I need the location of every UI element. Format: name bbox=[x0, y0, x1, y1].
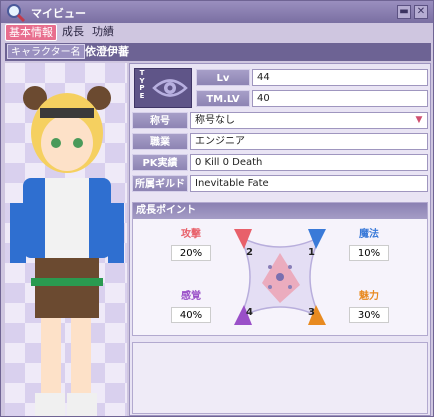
charm-slot-icon[interactable]: 3 bbox=[308, 305, 326, 325]
sense-value: 40% bbox=[171, 307, 211, 323]
charm-label: 魅力 bbox=[359, 291, 379, 302]
tab-basic-info[interactable]: 基本情報 bbox=[5, 24, 57, 41]
svg-text:2: 2 bbox=[246, 247, 253, 258]
eye-icon bbox=[152, 79, 188, 97]
level-label: Lv bbox=[196, 69, 250, 86]
tm-level-row: TM.LV 40 bbox=[196, 90, 428, 107]
type-badge: T Y P E bbox=[134, 68, 192, 108]
pk-value: 0 Kill 0 Death bbox=[190, 154, 428, 171]
title-select[interactable]: 称号なし ▼ bbox=[190, 112, 428, 129]
guild-label: 所属ギルド bbox=[132, 175, 188, 192]
info-panel: T Y P E Lv 44 TM.LV 40 称号 称号なし ▼ 職業 エンジニ… bbox=[129, 63, 431, 416]
title-select-value: 称号なし bbox=[195, 115, 235, 126]
magic-label: 魔法 bbox=[359, 229, 379, 240]
pk-label: PK実績 bbox=[132, 154, 188, 171]
tab-achievements[interactable]: 功績 bbox=[89, 24, 117, 41]
magic-value: 10% bbox=[349, 245, 389, 261]
tab-growth[interactable]: 成長 bbox=[59, 24, 87, 41]
attack-value: 20% bbox=[171, 245, 211, 261]
character-name: 依澄伊蕃 bbox=[85, 45, 129, 58]
chevron-down-icon[interactable]: ▼ bbox=[413, 115, 425, 126]
title-bar[interactable]: マイビュー ▬ ✕ bbox=[1, 1, 433, 23]
myview-window: マイビュー ▬ ✕ 基本情報 成長 功績 キャラクター名 依澄伊蕃 T Y P … bbox=[0, 0, 434, 417]
level-value: 44 bbox=[252, 69, 428, 86]
tm-level-label: TM.LV bbox=[196, 90, 250, 107]
attack-label: 攻撃 bbox=[181, 229, 201, 240]
svg-text:4: 4 bbox=[246, 307, 253, 318]
svg-text:3: 3 bbox=[308, 307, 315, 318]
charm-value: 30% bbox=[349, 307, 389, 323]
description-box bbox=[132, 342, 428, 414]
character-portrait bbox=[5, 63, 127, 416]
window-title: マイビュー bbox=[31, 7, 86, 20]
pk-row: PK実績 0 Kill 0 Death bbox=[132, 154, 428, 171]
sense-slot-icon[interactable]: 4 bbox=[234, 305, 253, 325]
growth-points-panel: 成長ポイント 攻撃 20% 魔法 10% 感覚 40% 魅力 30% 2 1 4… bbox=[132, 202, 428, 336]
guild-value: Inevitable Fate bbox=[190, 175, 428, 192]
title-row: 称号 称号なし ▼ bbox=[132, 112, 428, 129]
growth-points-header: 成長ポイント bbox=[133, 203, 427, 219]
magnifier-icon bbox=[7, 4, 26, 23]
growth-diagram: 2 1 4 3 bbox=[234, 229, 326, 325]
type-letters: T Y P E bbox=[139, 69, 145, 100]
job-row: 職業 エンジニア bbox=[132, 133, 428, 150]
character-name-bar: キャラクター名 依澄伊蕃 bbox=[5, 43, 431, 61]
minimize-button[interactable]: ▬ bbox=[397, 5, 411, 19]
tm-level-value: 40 bbox=[252, 90, 428, 107]
level-row: Lv 44 bbox=[196, 69, 428, 86]
job-value: エンジニア bbox=[190, 133, 428, 150]
close-button[interactable]: ✕ bbox=[414, 5, 428, 19]
character-illustration bbox=[10, 86, 124, 416]
title-label: 称号 bbox=[132, 112, 188, 129]
character-name-label: キャラクター名 bbox=[7, 44, 85, 59]
job-label: 職業 bbox=[132, 133, 188, 150]
guild-row: 所属ギルド Inevitable Fate bbox=[132, 175, 428, 192]
tab-bar: 基本情報 成長 功績 bbox=[5, 24, 119, 42]
svg-text:1: 1 bbox=[308, 247, 315, 258]
sense-label: 感覚 bbox=[181, 291, 201, 302]
